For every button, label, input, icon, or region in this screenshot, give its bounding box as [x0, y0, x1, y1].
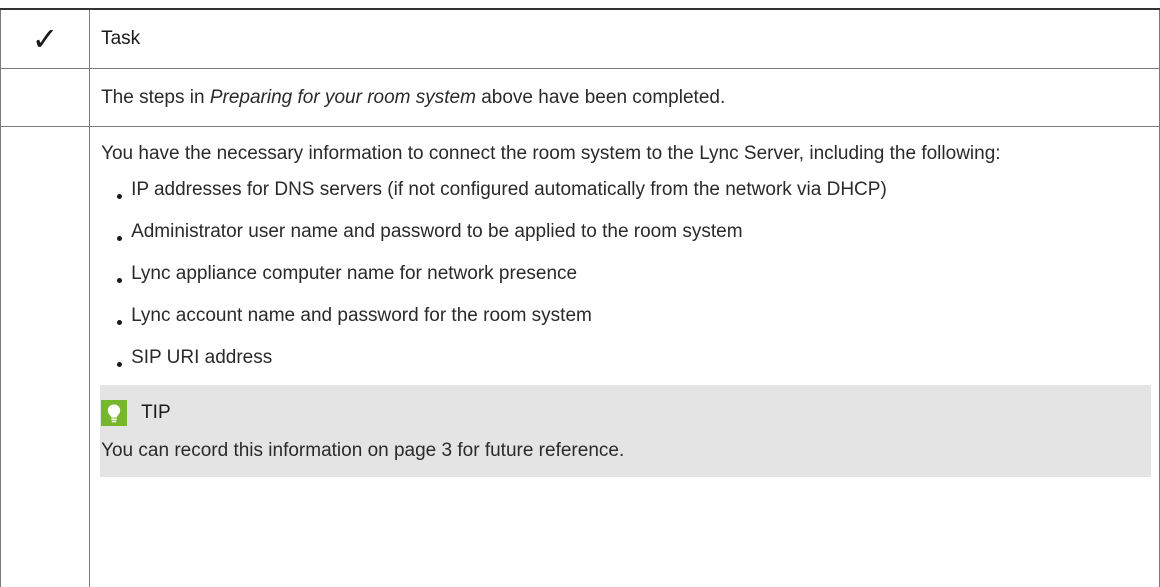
tip-callout: TIP You can record this information on p… [100, 385, 1151, 477]
checkmark-icon: ✓ [1, 10, 89, 68]
check-cell [1, 127, 90, 587]
task-text-before: The steps in [101, 87, 210, 108]
bullet-icon [117, 362, 122, 367]
list-item: IP addresses for DNS servers (if not con… [117, 175, 1151, 205]
check-cell [1, 69, 90, 127]
table-header-row: ✓ Task [1, 9, 1160, 69]
list-item: SIP URI address [117, 343, 1151, 373]
tip-header: TIP [100, 395, 1151, 431]
task-cell: You have the necessary information to co… [90, 127, 1160, 587]
list-item-text: Lync appliance computer name for network… [131, 263, 577, 284]
table-row: The steps in Preparing for your room sys… [1, 69, 1160, 127]
task-text-after: above have been completed. [476, 87, 725, 108]
task-text: The steps in Preparing for your room sys… [90, 69, 1159, 110]
task-header-label: Task [90, 10, 1159, 68]
list-item-text: IP addresses for DNS servers (if not con… [131, 179, 887, 200]
list-item: Administrator user name and password to … [117, 217, 1151, 247]
task-cell: The steps in Preparing for your room sys… [90, 69, 1160, 127]
tip-text: You can record this information on page … [100, 439, 1151, 463]
list-item-text: Lync account name and password for the r… [131, 305, 592, 326]
list-item: Lync account name and password for the r… [117, 301, 1151, 331]
bullet-icon [117, 320, 122, 325]
list-item: Lync appliance computer name for network… [117, 259, 1151, 289]
tip-title: TIP [141, 402, 171, 424]
lightbulb-icon [101, 400, 127, 426]
preparing-section-reference: Preparing for your room system [210, 87, 476, 108]
bullet-icon [117, 194, 122, 199]
task-checklist-table: ✓ Task The steps in Preparing for your r… [0, 8, 1160, 587]
check-column-header: ✓ [1, 9, 90, 69]
list-item-text: SIP URI address [131, 347, 272, 368]
task-column-header: Task [90, 9, 1160, 69]
bullet-icon [117, 236, 122, 241]
list-item-text: Administrator user name and password to … [131, 221, 742, 242]
table-row: You have the necessary information to co… [1, 127, 1160, 587]
required-info-list: IP addresses for DNS servers (if not con… [101, 175, 1151, 373]
task-intro-text: You have the necessary information to co… [101, 139, 1151, 169]
bullet-icon [117, 278, 122, 283]
